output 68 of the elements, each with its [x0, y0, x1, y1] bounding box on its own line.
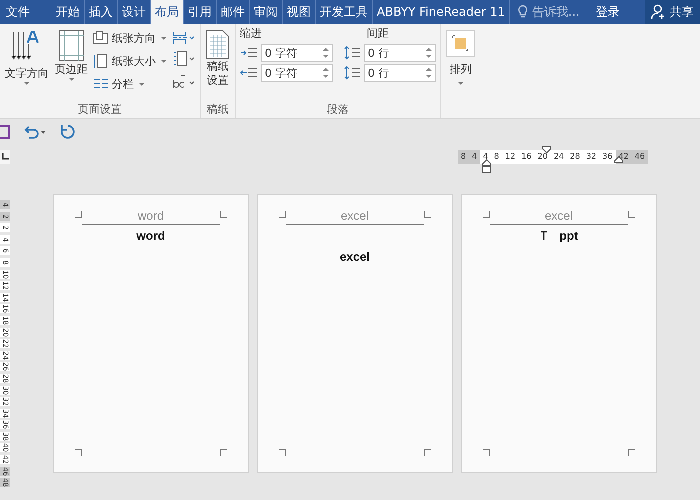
caret-icon [138, 82, 146, 86]
group-label: 页面设置 [77, 102, 123, 118]
ruler-number: 28 [567, 150, 584, 164]
indent-field[interactable]: 0 字符 [261, 64, 333, 82]
hyphenation-icon[interactable] [172, 73, 196, 89]
share-button[interactable]: 共享 [645, 0, 700, 24]
manuscript-settings-button[interactable]: 稿纸设置 [205, 28, 231, 90]
spinner-arrows-icon[interactable] [323, 47, 329, 59]
ruler-number: 8 [491, 150, 502, 164]
columns-button[interactable]: 分栏 [93, 74, 168, 94]
ruler-number: 8 [458, 150, 470, 164]
margins-button[interactable]: 页边距 [54, 28, 89, 84]
caret-icon [160, 58, 168, 64]
indent-right-icon [240, 67, 258, 79]
orientation-button[interactable]: 纸张方向 [93, 28, 168, 48]
ribbon-tab[interactable]: 布局 [151, 0, 184, 24]
tell-me-field[interactable]: 告诉我... [510, 0, 588, 24]
save-icon[interactable] [0, 125, 10, 139]
columns-icon [93, 78, 109, 90]
ruler-number: 12 [502, 150, 519, 164]
spinner-arrows-icon[interactable] [426, 47, 432, 59]
margins-icon [58, 30, 84, 62]
text-direction-button[interactable]: 文字方向 [4, 28, 50, 88]
page-header-text: excel [340, 209, 369, 223]
group-label: 段落 [326, 102, 350, 118]
page-header-text: word [138, 209, 164, 223]
lightbulb-icon [518, 5, 528, 19]
page-icon [93, 53, 109, 69]
spacing-before-icon [343, 46, 361, 60]
person-icon [651, 4, 667, 20]
line-numbers-icon[interactable] [172, 51, 196, 67]
page-body-text: word [136, 229, 166, 243]
ruler-number: 24 [550, 150, 568, 164]
ruler-number: 4 [469, 150, 480, 164]
ruler-number: 46 [632, 150, 648, 164]
arrange-icon [446, 30, 476, 58]
undo-icon[interactable] [22, 125, 48, 139]
arrange-button[interactable]: 排列 [445, 28, 477, 88]
spacing-field[interactable]: 0 行 [364, 44, 436, 62]
tab-stop-selector[interactable] [0, 150, 10, 164]
page-header-text: excel [544, 209, 573, 223]
group-label: 稿纸 [206, 102, 230, 118]
caret-icon [457, 81, 465, 86]
indent-field[interactable]: 0 字符 [261, 44, 333, 62]
size-button[interactable]: 纸张大小 [93, 51, 168, 71]
spinner-arrows-icon[interactable] [426, 67, 432, 79]
caret-icon [160, 36, 168, 40]
page-body-text: excel [340, 250, 370, 264]
page-body-text: ppt [560, 229, 578, 243]
page-icon [93, 31, 109, 45]
redo-icon[interactable] [60, 124, 76, 140]
caret-icon [68, 77, 76, 82]
ruler-number: 16 [518, 150, 535, 164]
spinner-arrows-icon[interactable] [323, 67, 329, 79]
text-cursor-icon [540, 231, 548, 241]
spacing-field[interactable]: 0 行 [364, 64, 436, 82]
spacing-after-icon [343, 66, 361, 80]
grid-paper-icon [206, 30, 230, 60]
indent-label: 缩进 [240, 26, 263, 42]
left-tab-icon [1, 153, 9, 161]
first-line-indent-icon[interactable] [542, 146, 552, 154]
sign-in-link[interactable]: 登录 [588, 0, 628, 24]
ribbon-tab[interactable]: 文件 [0, 0, 44, 24]
caret-icon [23, 81, 31, 86]
ruler-number: 32 [583, 150, 600, 164]
breaks-icon[interactable] [172, 31, 196, 45]
spacing-label: 间距 [366, 26, 390, 42]
indent-left-icon [240, 47, 258, 59]
